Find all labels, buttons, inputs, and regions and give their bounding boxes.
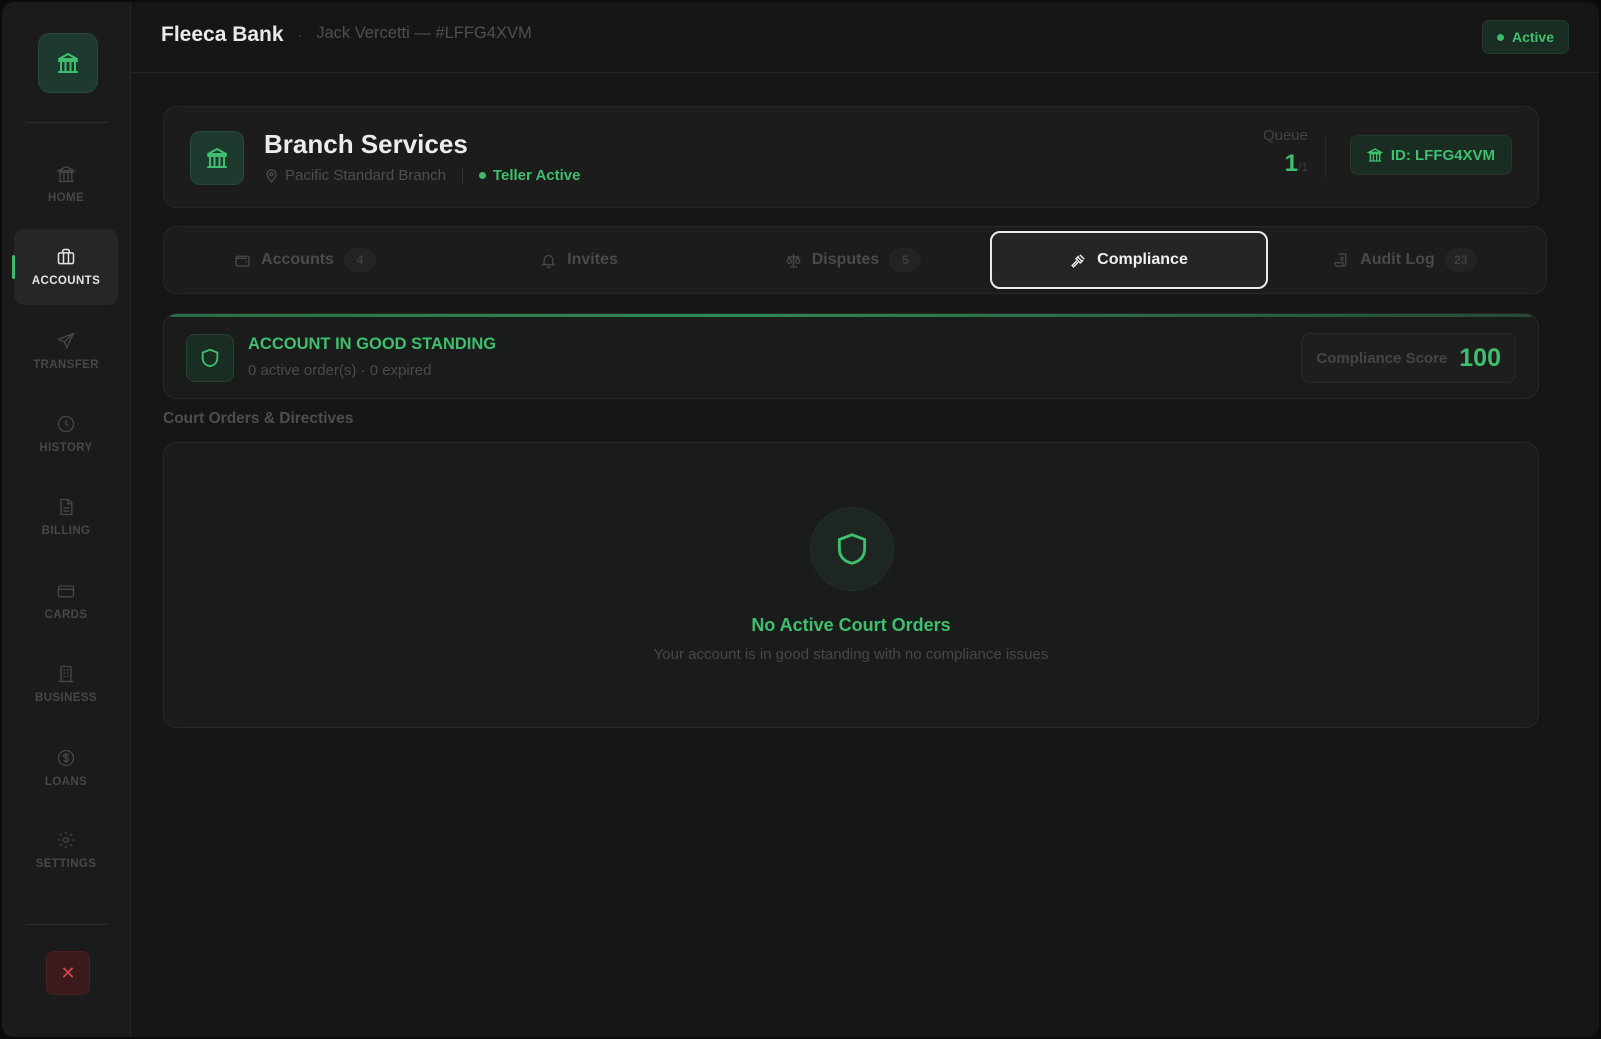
tab-audit-log[interactable]: Audit Log 23 — [1268, 232, 1542, 288]
section-title: Court Orders & Directives — [163, 410, 354, 427]
bank-name: Fleeca Bank — [161, 23, 284, 46]
sidebar-item-history[interactable]: HISTORY — [14, 396, 118, 472]
divider — [1325, 135, 1326, 179]
queue-count: 1 — [1284, 150, 1298, 177]
tab-count-badge: 4 — [343, 248, 376, 272]
divider — [461, 167, 463, 184]
building-icon — [58, 665, 74, 683]
scale-icon — [786, 253, 801, 268]
tab-accounts[interactable]: Accounts 4 — [168, 232, 442, 288]
active-indicator — [12, 255, 15, 279]
wallet-icon — [235, 255, 250, 267]
shield-icon-box — [186, 334, 234, 382]
sidebar-item-cards[interactable]: CARDS — [14, 563, 118, 639]
empty-state-subtitle: Your account is in good standing with no… — [653, 646, 1049, 663]
sidebar-divider — [26, 924, 108, 925]
score-value: 100 — [1459, 343, 1501, 372]
empty-state-icon-box — [810, 507, 894, 591]
dollar-icon — [57, 749, 75, 767]
queue-label: Queue — [1262, 127, 1308, 144]
sidebar-item-billing[interactable]: BILLING — [14, 479, 118, 555]
tab-compliance[interactable]: Compliance — [990, 231, 1268, 289]
customer-info: Jack Vercetti — #LFFG4XVM — [316, 23, 532, 42]
sidebar-item-loans[interactable]: LOANS — [14, 730, 118, 806]
teller-status: Teller Active — [478, 167, 581, 184]
tab-label: Accounts — [261, 251, 334, 268]
sidebar-item-business[interactable]: BUSINESS — [14, 646, 118, 722]
sidebar-item-label: BILLING — [41, 525, 91, 537]
top-bar: Fleeca Bank · Jack Vercetti — #LFFG4XVM … — [131, 2, 1599, 73]
tab-label: Invites — [567, 251, 618, 268]
branch-card: Branch Services Pacific Standard Branch … — [163, 106, 1539, 208]
teller-dot-icon — [478, 172, 486, 179]
queue-total: /1 — [1297, 160, 1308, 174]
accent-line — [170, 314, 1532, 317]
sidebar-item-settings[interactable]: SETTINGS — [14, 812, 118, 888]
close-icon: ✕ — [60, 962, 76, 983]
sidebar-item-transfer[interactable]: TRANSFER — [14, 313, 118, 389]
status-dot-icon — [1496, 33, 1504, 41]
sidebar-item-label: LOANS — [44, 776, 88, 788]
standing-banner: ACCOUNT IN GOOD STANDING 0 active order(… — [163, 313, 1539, 399]
bank-icon — [56, 165, 76, 183]
sidebar-item-label: BUSINESS — [35, 692, 97, 704]
account-id-label: ID: LFFG4XVM — [1390, 146, 1495, 164]
sidebar: HOME ACCOUNTS TRANSFER HISTORY BILLING C… — [2, 2, 131, 1037]
sidebar-item-label: HOME — [47, 192, 85, 204]
send-icon — [56, 332, 75, 350]
bank-logo[interactable] — [38, 33, 98, 93]
bank-icon — [1366, 148, 1383, 162]
empty-state-title: No Active Court Orders — [751, 615, 951, 635]
tab-count-badge: 23 — [1444, 248, 1477, 272]
header-separator: · — [297, 27, 303, 43]
tab-disputes[interactable]: Disputes 5 — [716, 232, 990, 288]
branch-title: Branch Services — [264, 129, 468, 159]
tab-bar: Accounts 4 Invites Disputes 5 Compliance… — [163, 226, 1547, 294]
queue-value: 1/1 — [1263, 150, 1308, 178]
branch-location: Pacific Standard Branch — [285, 167, 446, 184]
sidebar-item-label: ACCOUNTS — [31, 275, 101, 287]
sidebar-item-label: CARDS — [44, 609, 88, 621]
bell-icon — [541, 254, 556, 268]
tab-label: Compliance — [1097, 251, 1188, 268]
sidebar-item-label: SETTINGS — [35, 858, 97, 870]
close-button[interactable]: ✕ — [46, 951, 90, 995]
account-id-badge[interactable]: ID: LFFG4XVM — [1349, 135, 1512, 175]
tab-count-badge: 5 — [889, 248, 922, 272]
card-icon — [57, 585, 75, 598]
standing-title: ACCOUNT IN GOOD STANDING — [248, 335, 497, 353]
branch-subtitle: Pacific Standard Branch Teller Active — [264, 167, 580, 184]
sidebar-item-home[interactable]: HOME — [14, 146, 118, 222]
branch-icon-box — [190, 131, 244, 185]
sidebar-divider — [26, 122, 108, 123]
status-badge: Active — [1481, 20, 1569, 54]
shield-icon — [201, 348, 219, 368]
score-label: Compliance Score — [1316, 349, 1448, 367]
main-content: Fleeca Bank · Jack Vercetti — #LFFG4XVM … — [131, 2, 1599, 1037]
gavel-icon — [1071, 253, 1085, 268]
tab-label: Audit Log — [1360, 251, 1435, 268]
court-orders-panel: No Active Court Orders Your account is i… — [163, 442, 1539, 728]
tab-invites[interactable]: Invites — [442, 232, 716, 288]
bank-icon — [58, 53, 78, 73]
briefcase-icon — [57, 248, 75, 265]
location-pin-icon — [266, 169, 277, 183]
teller-status-label: Teller Active — [492, 167, 581, 184]
bank-icon — [207, 148, 227, 168]
gear-icon — [57, 831, 75, 849]
standing-subtitle: 0 active order(s) · 0 expired — [248, 362, 432, 379]
document-icon — [60, 498, 73, 516]
sidebar-item-accounts[interactable]: ACCOUNTS — [12, 229, 118, 305]
queue-indicator: Queue 1/1 — [1263, 127, 1308, 178]
status-label: Active — [1511, 29, 1554, 45]
tab-label: Disputes — [811, 251, 880, 268]
shield-icon — [837, 533, 867, 565]
log-icon — [1334, 252, 1347, 267]
compliance-score: Compliance Score 100 — [1301, 333, 1516, 383]
clock-icon — [57, 415, 75, 433]
sidebar-item-label: TRANSFER — [33, 359, 99, 371]
sidebar-item-label: HISTORY — [39, 442, 93, 454]
app-window: HOME ACCOUNTS TRANSFER HISTORY BILLING C… — [2, 2, 1599, 1037]
